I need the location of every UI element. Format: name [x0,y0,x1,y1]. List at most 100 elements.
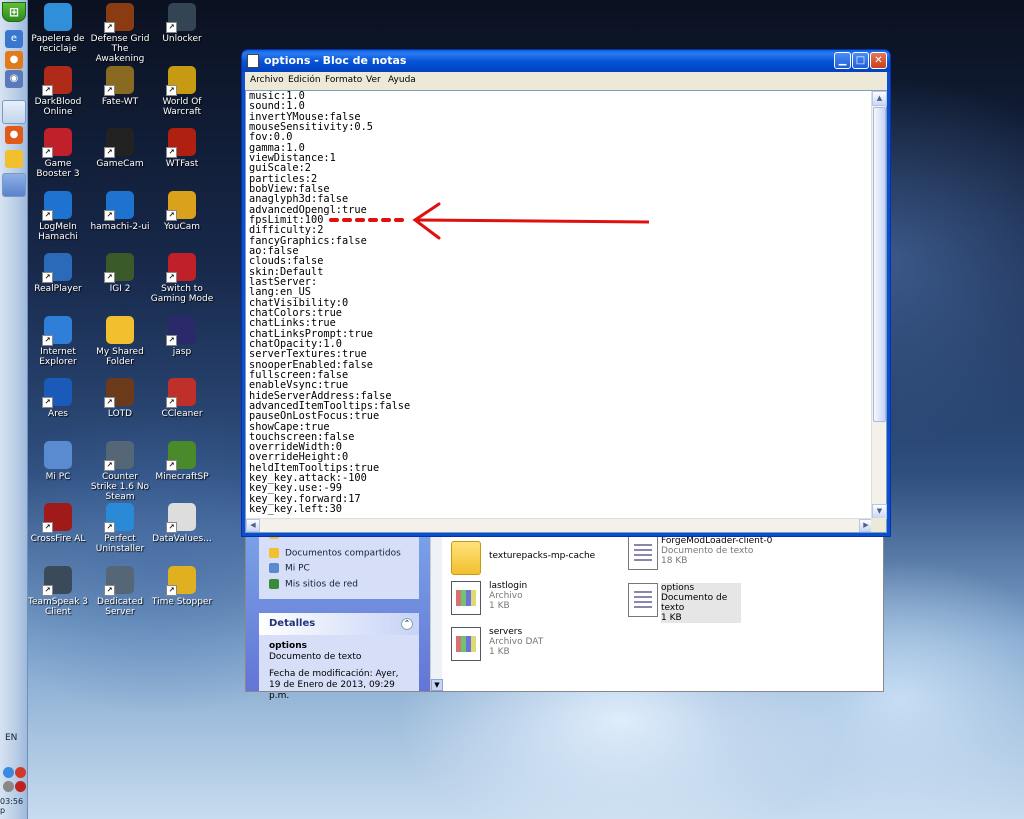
wtfast-icon [166,128,196,158]
desktop-icon[interactable]: GameCam [88,128,152,169]
language-indicator[interactable]: EN [5,733,17,743]
desktop-icon-label: Defense Grid The Awakening [90,34,150,64]
game-booster-icon [42,128,72,158]
quick-launch-ie-icon[interactable]: e [5,30,23,48]
desktop-icon[interactable]: Time Stopper [150,565,214,607]
vertical-scrollbar[interactable]: ▲ ▼ [871,91,887,519]
notepad-title-bar[interactable]: options - Bloc de notas ▁ □ ✕ [242,50,890,72]
desktop-icon[interactable]: TeamSpeak 3 Client [26,565,90,617]
igi2-icon [104,253,134,283]
file-generic-icon [451,581,481,615]
link-my-computer[interactable]: Mi PC [269,563,310,574]
tray-volume-icon[interactable] [3,781,14,792]
desktop-icon[interactable]: YouCam [150,190,214,232]
scroll-down-arrow-icon[interactable]: ▼ [872,504,887,519]
desktop-icon[interactable]: Internet Explorer [26,315,90,367]
scroll-left-arrow-icon[interactable]: ◀ [246,519,260,532]
maximize-button[interactable]: □ [852,52,869,69]
text-line: music:1.0 [249,91,305,102]
desktop-icon-label: Fate-WT [101,96,139,107]
quick-launch-firefox-icon[interactable]: ● [5,51,23,69]
file-type: Documento de texto [661,593,728,613]
desktop-icon[interactable]: Fate-WT [88,65,152,107]
desktop-icon-label: hamachi-2-ui [90,221,150,232]
desktop-icon[interactable]: World Of Warcraft [150,65,214,117]
desktop-icon[interactable]: jasp [150,315,214,357]
quick-launch-media-icon[interactable]: ◉ [5,70,23,88]
desktop-icon[interactable]: Counter Strike 1.6 No Steam [88,440,152,502]
desktop-icon-label: Dedicated Server [97,596,143,617]
horizontal-scrollbar[interactable]: ◀ ▶ [246,518,873,532]
tray-antivirus-icon[interactable] [15,767,26,778]
menu-archivo[interactable]: Archivo [250,75,284,85]
minimize-button[interactable]: ▁ [834,52,851,69]
link-network-places[interactable]: Mis sitios de red [269,579,358,590]
start-button[interactable]: ⊞ [2,2,26,22]
text-editor-area[interactable]: music:1.0 sound:1.0 invertYMouse:false mous… [245,90,887,533]
close-button[interactable]: ✕ [870,52,887,69]
taskbar-explorer-folder-icon[interactable] [5,150,23,168]
my-computer-icon [44,440,72,469]
folder-icon [451,541,481,575]
menu-formato[interactable]: Formato [325,75,362,85]
text-line: particles:2 [249,172,318,185]
scroll-up-arrow-icon[interactable]: ▲ [872,91,887,106]
desktop-icon[interactable]: WTFast [150,128,214,169]
desktop-icon[interactable]: MinecraftSP [150,440,214,482]
desktop-icon[interactable]: Ares [26,378,90,419]
taskbar-button-notepad[interactable] [2,173,26,197]
desktop-icon[interactable]: Defense Grid The Awakening [88,3,152,64]
taskbar-firefox-icon[interactable]: ● [5,126,23,144]
jasp-icon [166,315,196,346]
menu-ayuda[interactable]: Ayuda [388,75,416,85]
defense-grid-icon [104,3,134,33]
notepad-app-icon[interactable] [247,54,259,68]
menu-edicion[interactable]: Edición [288,75,321,85]
desktop-icon[interactable]: DarkBlood Online [26,65,90,117]
desktop-icon-label: Papelera de reciclaje [31,34,85,54]
desktop-icon[interactable]: My Shared Folder [88,315,152,367]
file-name: ForgeModLoader-client-0 [661,536,773,546]
taskbar-button-chrome[interactable] [2,100,26,124]
scroll-down-arrow-icon[interactable]: ▼ [431,679,443,691]
desktop-icon[interactable]: Mi PC [26,440,90,482]
editor-text[interactable]: music:1.0 sound:1.0 invertYMouse:false mous… [249,91,869,519]
text-document-icon [628,536,658,570]
scrollbar-thumb[interactable] [873,107,886,422]
tray-app-icon[interactable] [15,781,26,792]
menu-ver[interactable]: Ver [366,75,381,85]
unlocker-wand-icon [166,3,196,33]
task-pane-scrollbar[interactable]: ▼ [430,531,443,691]
desktop-icon[interactable]: Game Booster 3 [26,128,90,179]
details-modified: Fecha de modificación: Ayer, 19 de Enero… [269,669,399,701]
desktop-icon[interactable]: Perfect Uninstaller [88,503,152,554]
desktop-icon[interactable]: CCleaner [150,378,214,419]
details-header[interactable]: Detalles ⌃ [259,613,419,635]
text-line: touchscreen:false [249,430,355,443]
collapse-icon[interactable]: ⌃ [401,618,413,630]
desktop-icon[interactable]: LOTD [88,378,152,419]
desktop-icon-label: MinecraftSP [155,471,209,482]
ares-icon [42,378,72,408]
notepad-window: options - Bloc de notas ▁ □ ✕ Archivo Ed… [241,49,891,537]
desktop-icon[interactable]: RealPlayer [26,253,90,294]
desktop-icon[interactable]: hamachi-2-ui [88,190,152,232]
desktop-icon[interactable]: Papelera de reciclaje [26,3,90,54]
desktop-icon[interactable]: Unlocker [150,3,214,44]
desktop-icon[interactable]: DataValues... [150,503,214,544]
desktop-icon[interactable]: LogMeIn Hamachi [26,190,90,242]
text-line: enableVsync:true [249,379,349,392]
clock[interactable]: 03:56 p [0,797,28,815]
text-line: serverTextures:true [249,348,367,361]
file-name: lastlogin [489,581,528,591]
text-line: fov:0.0 [249,131,293,144]
desktop-icon[interactable]: CrossFire AL [26,503,90,544]
lotd-icon [104,378,134,408]
desktop-icon[interactable]: IGI 2 [88,253,152,294]
tray-network-icon[interactable] [3,767,14,778]
details-title: Detalles [269,618,316,629]
desktop-icon[interactable]: Dedicated Server [88,565,152,617]
text-line: mouseSensitivity:0.5 [249,120,373,133]
desktop-icon[interactable]: Switch to Gaming Mode [150,253,214,304]
link-shared-documents[interactable]: Documentos compartidos [269,548,401,559]
